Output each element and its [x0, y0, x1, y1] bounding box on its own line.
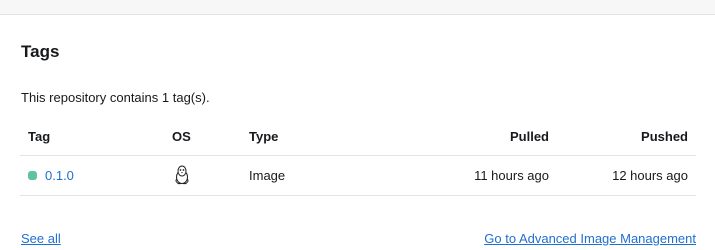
- see-all-link[interactable]: See all: [21, 231, 61, 246]
- tags-card: Tags This repository contains 1 tag(s). …: [0, 16, 715, 250]
- pushed-cell: 12 hours ago: [549, 155, 696, 196]
- section-title: Tags: [21, 42, 60, 61]
- header-pulled: Pulled: [399, 119, 549, 156]
- tag-count-summary: This repository contains 1 tag(s).: [21, 90, 210, 105]
- table-row: 0.1.0 Image 11 hours ago 12 hours ago: [20, 155, 696, 196]
- advanced-image-management-link[interactable]: Go to Advanced Image Management: [484, 231, 696, 246]
- type-cell: Image: [249, 155, 399, 196]
- pulled-cell: 11 hours ago: [399, 155, 549, 196]
- linux-icon: [174, 165, 190, 185]
- os-cell: [152, 155, 249, 196]
- header-os: OS: [152, 119, 249, 156]
- tag-cell: 0.1.0: [20, 155, 152, 196]
- tag-link[interactable]: 0.1.0: [45, 168, 74, 183]
- top-strip: [0, 0, 715, 15]
- status-dot: [28, 170, 37, 180]
- table-header-row: Tag OS Type Pulled Pushed: [20, 119, 696, 156]
- header-type: Type: [249, 119, 399, 156]
- tags-table: Tag OS Type Pulled Pushed 0.1.0 Image 11…: [20, 119, 696, 196]
- header-pushed: Pushed: [549, 119, 696, 156]
- header-tag: Tag: [20, 119, 152, 156]
